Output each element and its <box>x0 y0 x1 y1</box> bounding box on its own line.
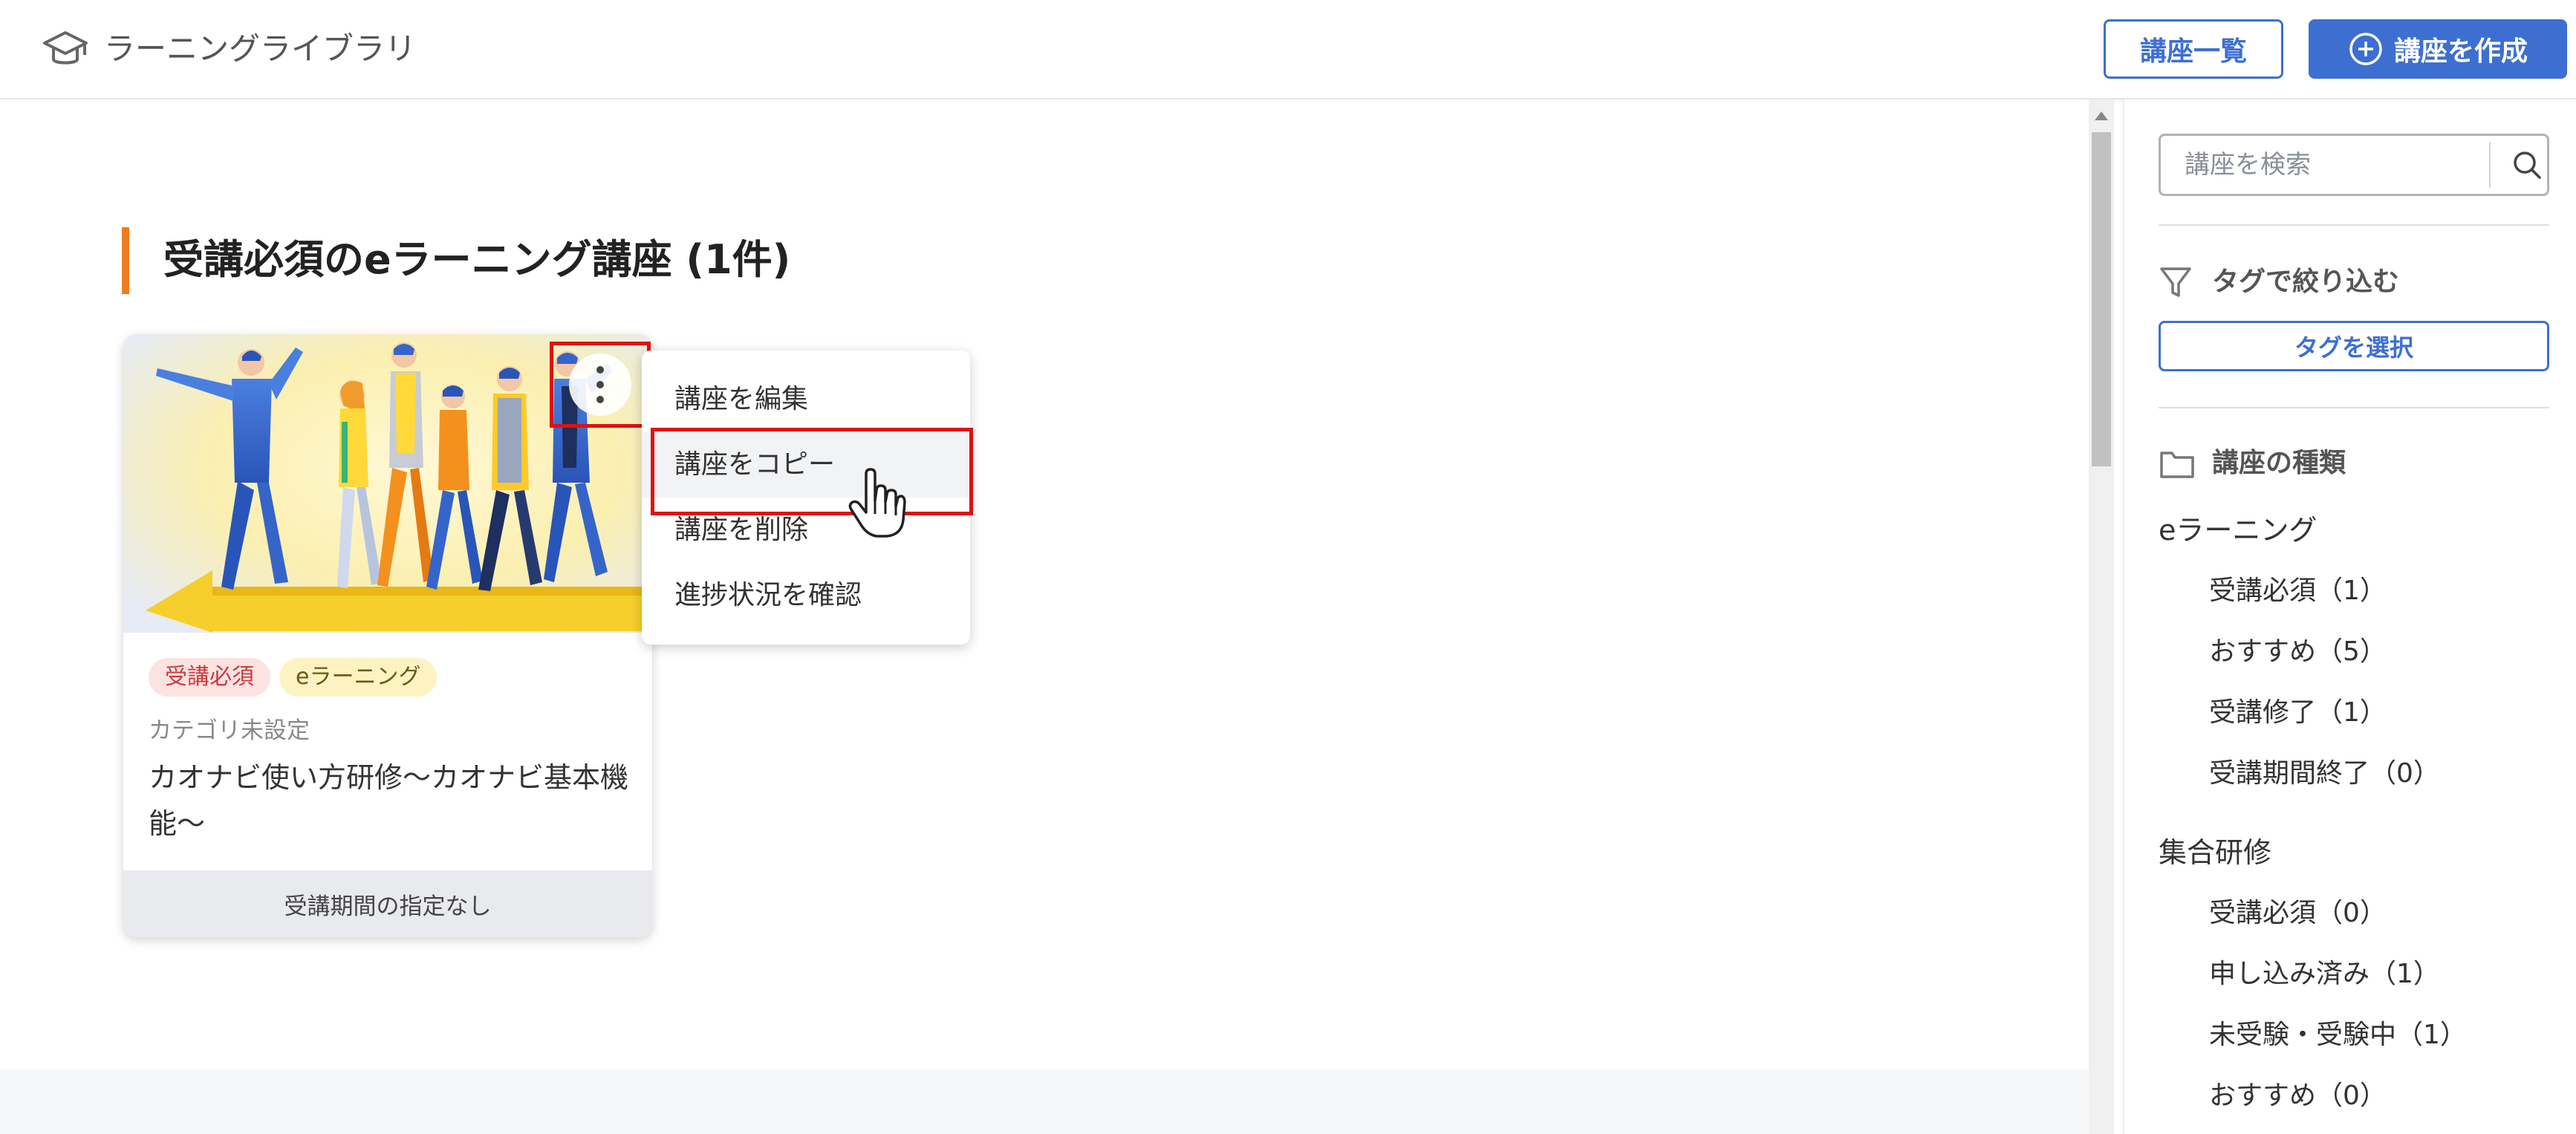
create-course-button[interactable]: 講座を作成 <box>2309 19 2567 79</box>
course-title[interactable]: カオナビ使い方研修～カオナビ基本機能～ <box>149 755 631 847</box>
section-title: 受講必須のeラーニング講座 (1件) <box>163 236 791 283</box>
course-category: カテゴリ未設定 <box>149 717 310 744</box>
app-title: ラーニングライブラリ <box>104 30 417 67</box>
filter-sidebar: タグで絞り込む タグを選択 講座の種類 eラーニング 受講必須（1） おすすめ（… <box>2123 100 2576 1134</box>
type-item-training-recommended[interactable]: おすすめ（0） <box>2209 1075 2387 1117</box>
graduation-cap-icon <box>43 31 88 65</box>
type-item-training-untaken[interactable]: 未受験・受験中（1） <box>2209 1014 2467 1056</box>
section-accent-bar <box>122 227 129 294</box>
sidebar-divider <box>2159 224 2549 226</box>
course-tags: 受講必須 eラーニング <box>149 658 438 697</box>
type-item-training-required[interactable]: 受講必須（0） <box>2209 893 2387 934</box>
hand-cursor-icon <box>848 468 906 538</box>
app-header: ラーニングライブラリ 講座一覧 講座を作成 <box>0 0 2576 100</box>
type-item-training-applied[interactable]: 申し込み済み（1） <box>2209 954 2440 995</box>
search-icon[interactable] <box>2510 148 2544 182</box>
menu-item-check-progress[interactable]: 進捗状況を確認 <box>642 563 970 628</box>
filter-funnel-icon <box>2160 267 2191 297</box>
highlight-frame-copy <box>651 428 973 515</box>
folder-icon <box>2160 452 2194 478</box>
sidebar-divider <box>2159 407 2549 408</box>
course-period: 受講期間の指定なし <box>123 870 652 937</box>
type-item-elearning-required[interactable]: 受講必須（1） <box>2209 570 2387 612</box>
course-types-label: 講座の種類 <box>2212 448 2346 478</box>
main-scrollbar[interactable] <box>2089 100 2114 1134</box>
scroll-thumb[interactable] <box>2092 132 2111 466</box>
course-list-button[interactable]: 講座一覧 <box>2104 19 2283 79</box>
type-item-elearning-expired[interactable]: 受講期間終了（0） <box>2209 753 2440 795</box>
create-course-label: 講座を作成 <box>2393 36 2528 67</box>
plus-circle-icon <box>2349 33 2382 65</box>
highlight-frame-kebab <box>550 342 651 428</box>
type-group-elearning[interactable]: eラーニング <box>2159 509 2317 551</box>
tag-elearning: eラーニング <box>279 658 438 697</box>
search-separator <box>2489 142 2491 188</box>
tag-filter-label: タグで絞り込む <box>2212 267 2400 297</box>
tag-select-button[interactable]: タグを選択 <box>2159 321 2549 371</box>
type-item-elearning-completed[interactable]: 受講修了（1） <box>2209 692 2387 734</box>
course-search-box <box>2159 134 2549 196</box>
menu-item-edit-course[interactable]: 講座を編集 <box>642 367 970 432</box>
type-group-group-training[interactable]: 集合研修 <box>2159 832 2271 873</box>
scroll-up-arrow-icon[interactable] <box>2093 108 2110 123</box>
main-footer-band <box>0 1069 2089 1134</box>
tag-required: 受講必須 <box>149 658 270 697</box>
course-search-input[interactable] <box>2161 136 2488 194</box>
type-item-elearning-recommended[interactable]: おすすめ（5） <box>2209 631 2387 673</box>
